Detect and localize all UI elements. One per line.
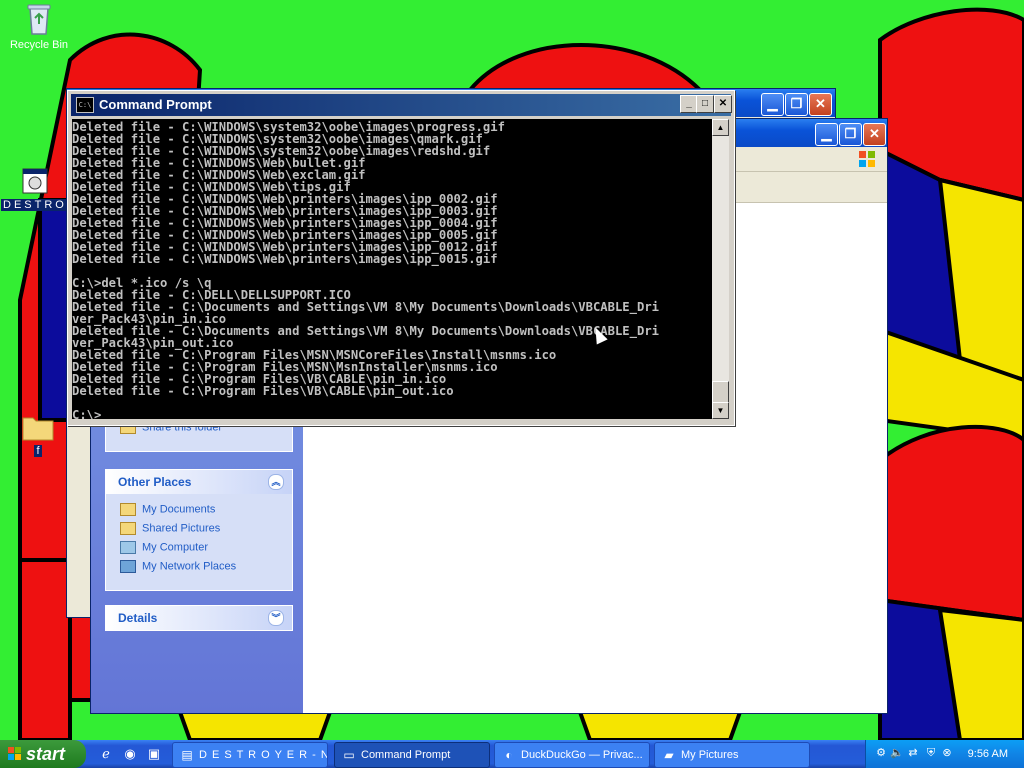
scroll-up-arrow-icon[interactable]: ▲ bbox=[712, 119, 729, 136]
start-button[interactable]: start bbox=[0, 740, 86, 768]
network-icon[interactable]: ⚙ bbox=[874, 746, 888, 760]
other-places-header[interactable]: Other Places ︽ bbox=[106, 470, 292, 494]
cmd-icon: ▭ bbox=[343, 748, 355, 762]
media-player-icon[interactable]: ◉ bbox=[122, 746, 138, 762]
collapse-chevron-icon[interactable]: ︽ bbox=[268, 474, 284, 490]
duck-icon: ◐ bbox=[505, 748, 513, 762]
desktop-icon-destroyer[interactable]: DESTROYER bbox=[0, 166, 99, 211]
taskbar-item-my-pictures[interactable]: ▰ My Pictures bbox=[654, 742, 810, 768]
expand-chevron-icon[interactable]: ︾ bbox=[268, 610, 284, 626]
desktop-icon-recycle-bin[interactable]: Recycle Bin bbox=[6, 2, 72, 51]
maximize-button[interactable]: □ bbox=[696, 95, 714, 113]
desktop-icon-label: DESTROYER bbox=[1, 199, 99, 211]
details-box: Details ︾ bbox=[105, 605, 293, 631]
my-documents-link[interactable]: My Documents bbox=[106, 500, 292, 519]
windows-logo-icon bbox=[859, 151, 875, 167]
command-prompt-window[interactable]: C:\ Command Prompt _ □ ✕ Deleted file - … bbox=[67, 90, 735, 426]
close-button[interactable]: ✕ bbox=[809, 93, 832, 116]
other-places-box: Other Places ︽ My Documents Shared Pictu… bbox=[105, 469, 293, 591]
clock[interactable]: 9:56 AM bbox=[968, 740, 1008, 768]
minimize-button[interactable]: ▁ bbox=[815, 123, 838, 146]
close-button[interactable]: ✕ bbox=[863, 123, 886, 146]
console-text: Deleted file - C:\WINDOWS\system32\oobe\… bbox=[72, 120, 659, 419]
desktop-icon-folder-f[interactable]: f bbox=[10, 412, 66, 457]
network-icon bbox=[120, 560, 136, 573]
windows-flag-icon bbox=[8, 747, 22, 761]
minimize-button[interactable]: ▁ bbox=[761, 93, 784, 116]
internet-explorer-icon[interactable]: ℯ bbox=[98, 746, 114, 762]
folder-icon bbox=[22, 417, 54, 441]
folder-icon: ▰ bbox=[664, 748, 674, 762]
console-output[interactable]: Deleted file - C:\WINDOWS\system32\oobe\… bbox=[72, 119, 712, 419]
maximize-button[interactable]: ❐ bbox=[839, 123, 862, 146]
system-tray: ⚙ 🔈 ⇄ ⛨ ⊗ 9:56 AM bbox=[865, 740, 1024, 768]
cmd-titlebar[interactable]: C:\ Command Prompt bbox=[71, 94, 731, 116]
cmd-icon: C:\ bbox=[76, 97, 94, 113]
volume-icon[interactable]: 🔈 bbox=[890, 746, 904, 760]
notepad-icon bbox=[22, 168, 48, 194]
folder-icon bbox=[120, 503, 136, 516]
shield-icon[interactable]: ⛨ bbox=[924, 746, 938, 760]
taskbar-item-command-prompt[interactable]: ▭ Command Prompt bbox=[334, 742, 490, 768]
vertical-scrollbar[interactable]: ▲ ▼ bbox=[712, 119, 729, 419]
taskbar-item-destroyer[interactable]: ▤ D E S T R O Y E R - N... bbox=[172, 742, 328, 768]
cmd-title: Command Prompt bbox=[99, 97, 212, 112]
scroll-thumb[interactable] bbox=[712, 381, 729, 403]
scroll-down-arrow-icon[interactable]: ▼ bbox=[712, 402, 729, 419]
my-network-places-link[interactable]: My Network Places bbox=[106, 557, 292, 576]
safely-remove-icon[interactable]: ⇄ bbox=[906, 746, 920, 760]
close-button[interactable]: ✕ bbox=[714, 95, 732, 113]
details-header[interactable]: Details ︾ bbox=[106, 606, 292, 630]
shared-pictures-link[interactable]: Shared Pictures bbox=[106, 519, 292, 538]
show-desktop-icon[interactable]: ▣ bbox=[146, 746, 162, 762]
taskbar: start ℯ ◉ ▣ ▤ D E S T R O Y E R - N... ▭… bbox=[0, 740, 1024, 768]
maximize-button[interactable]: ❐ bbox=[785, 93, 808, 116]
desktop-icon-label: f bbox=[34, 445, 42, 457]
computer-icon bbox=[120, 541, 136, 554]
taskbar-item-duckduckgo[interactable]: ◐ DuckDuckGo — Privac... bbox=[494, 742, 650, 768]
desktop-icon-label: Recycle Bin bbox=[9, 39, 69, 51]
folder-icon bbox=[120, 522, 136, 535]
notepad-icon: ▤ bbox=[181, 748, 193, 762]
recycle-bin-icon bbox=[27, 4, 51, 35]
security-alert-icon[interactable]: ⊗ bbox=[940, 746, 954, 760]
my-computer-link[interactable]: My Computer bbox=[106, 538, 292, 557]
